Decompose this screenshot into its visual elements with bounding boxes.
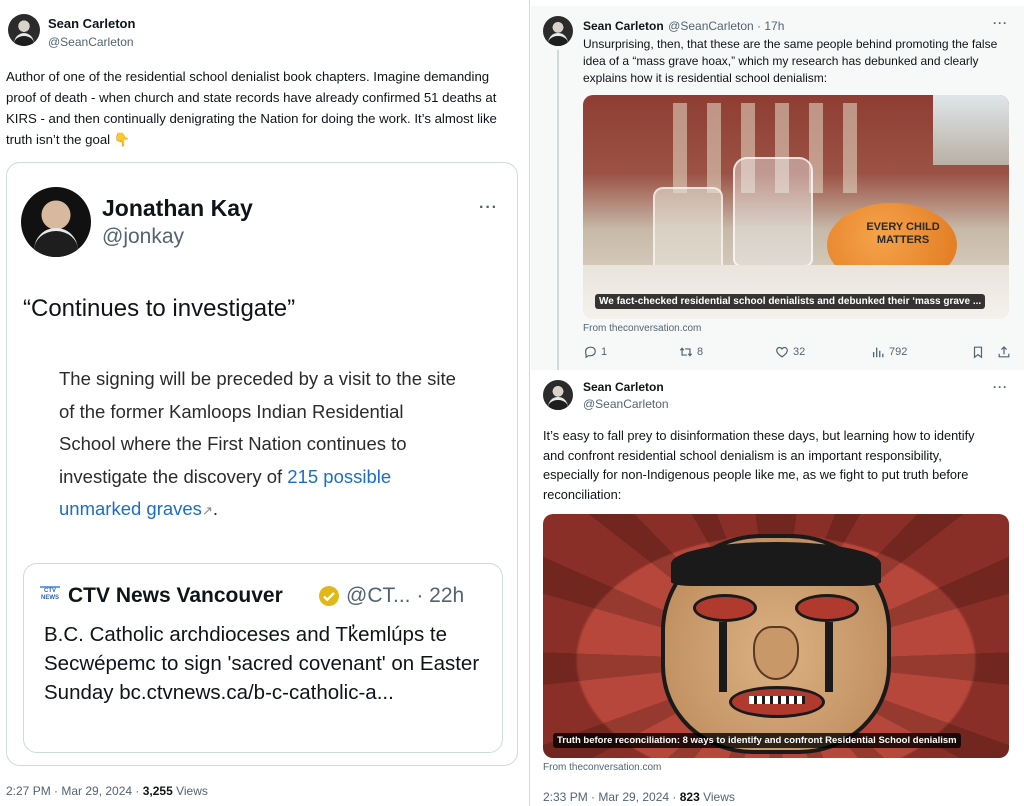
sky-patch xyxy=(933,95,1009,165)
tear-line xyxy=(719,622,727,692)
carved-brow xyxy=(671,542,881,586)
avatar[interactable] xyxy=(543,380,573,410)
avatar[interactable] xyxy=(21,187,91,257)
more-icon[interactable]: ··· xyxy=(479,199,498,217)
views-button[interactable]: 792 xyxy=(871,345,907,359)
views-count: 792 xyxy=(889,346,908,358)
author-handle-time[interactable]: @SeanCarleton · 17h xyxy=(668,19,784,33)
tweet-meta: 2:33 PM · Mar 29, 2024 · 823 Views xyxy=(543,790,735,804)
inner-tweet-text: B.C. Catholic archdioceses and Tk̓emlúps… xyxy=(44,623,480,704)
tear-line xyxy=(825,622,833,692)
inner-handle-time[interactable]: @CT... · 22h xyxy=(346,584,464,608)
views-count: 823 xyxy=(679,790,700,804)
inner-quoted-card[interactable]: CTV NEWS CTV News Vancouver @CT... · 22h… xyxy=(23,563,503,753)
carved-nose xyxy=(753,626,799,680)
share-icon xyxy=(998,346,1010,358)
quoted-author-name[interactable]: Jonathan Kay xyxy=(102,195,253,222)
reply-button[interactable]: 1 xyxy=(583,345,607,359)
views-label: Views xyxy=(172,784,208,798)
right-bottom-tweet: Sean Carleton @SeanCarleton ··· It’s eas… xyxy=(531,370,1024,806)
views-count: 3,255 xyxy=(142,784,173,798)
verified-badge-icon xyxy=(319,586,339,606)
more-icon[interactable]: ··· xyxy=(993,16,1008,30)
like-button[interactable]: 32 xyxy=(775,345,805,359)
bookmark-button[interactable] xyxy=(971,345,985,359)
reply-icon xyxy=(585,346,596,359)
author-name[interactable]: Sean Carleton xyxy=(583,380,664,394)
tweet-time[interactable]: 2:33 PM · Mar 29, 2024 · xyxy=(543,790,680,804)
ctv-logo-icon: CTV NEWS xyxy=(40,586,60,604)
tweet-meta: 2:27 PM · Mar 29, 2024 · 3,255 Views xyxy=(6,784,208,798)
panel-divider xyxy=(529,0,530,806)
share-button[interactable] xyxy=(997,345,1011,359)
card-caption: We fact-checked residential school denia… xyxy=(595,294,986,309)
more-icon[interactable]: ··· xyxy=(993,380,1008,394)
rock-text: EVERY CHILD MATTERS xyxy=(866,221,940,246)
author-handle[interactable]: @SeanCarleton xyxy=(583,397,669,411)
quoted-headline: “Continues to investigate” xyxy=(23,295,296,322)
right-top-tweet: Sean Carleton @SeanCarleton · 17h ··· Un… xyxy=(531,6,1024,370)
like-count: 32 xyxy=(793,346,806,358)
inner-author-name[interactable]: CTV News Vancouver xyxy=(68,584,283,608)
tweet-text: Unsurprising, then, that these are the s… xyxy=(583,37,998,85)
tweet-text: Author of one of the residential school … xyxy=(6,69,497,147)
quoted-author-handle[interactable]: @jonkay xyxy=(102,225,184,249)
card-source[interactable]: From theconversation.com xyxy=(583,323,701,334)
card-caption: Truth before reconciliation: 8 ways to i… xyxy=(553,733,961,748)
author-handle[interactable]: @SeanCarleton xyxy=(48,35,134,49)
link-card-image[interactable]: EVERY CHILD MATTERS We fact-checked resi… xyxy=(583,95,1009,319)
quoted-tweet-card[interactable]: Jonathan Kay @jonkay ··· “Continues to i… xyxy=(6,162,518,766)
quoted-excerpt-block: The signing will be preceded by a visit … xyxy=(59,363,459,528)
heart-icon xyxy=(776,346,788,358)
views-label: Views xyxy=(699,790,735,804)
author-name[interactable]: Sean Carleton xyxy=(48,16,135,31)
retweet-button[interactable]: 8 xyxy=(679,345,703,359)
analytics-icon xyxy=(872,347,884,358)
reply-count: 1 xyxy=(601,346,608,358)
excerpt-end: . xyxy=(212,498,218,519)
carved-teeth xyxy=(749,696,805,704)
quoted-excerpt: The signing will be preceded by a visit … xyxy=(59,368,456,487)
retweet-icon xyxy=(679,347,693,357)
thread-line xyxy=(557,50,559,370)
carved-eye-right xyxy=(795,594,859,622)
tweet-header: Sean Carleton @SeanCarleton · 17h xyxy=(583,17,784,35)
avatar[interactable] xyxy=(8,14,40,46)
retweet-count: 8 xyxy=(697,346,704,358)
left-tweet: Sean Carleton @SeanCarleton Author of on… xyxy=(0,0,528,806)
bookmark-icon xyxy=(973,346,983,359)
foreground-items xyxy=(583,265,1009,319)
author-name[interactable]: Sean Carleton xyxy=(583,19,664,33)
glass-jar xyxy=(733,157,813,267)
external-link-icon: ↗ xyxy=(201,503,213,518)
carved-eye-left xyxy=(693,594,757,622)
tweet-time[interactable]: 2:27 PM · Mar 29, 2024 · xyxy=(6,784,143,798)
avatar[interactable] xyxy=(543,16,573,46)
tweet-text: It’s easy to fall prey to disinformation… xyxy=(543,428,975,502)
card-source[interactable]: From theconversation.com xyxy=(543,762,661,773)
link-card-image[interactable]: Truth before reconciliation: 8 ways to i… xyxy=(543,514,1009,758)
